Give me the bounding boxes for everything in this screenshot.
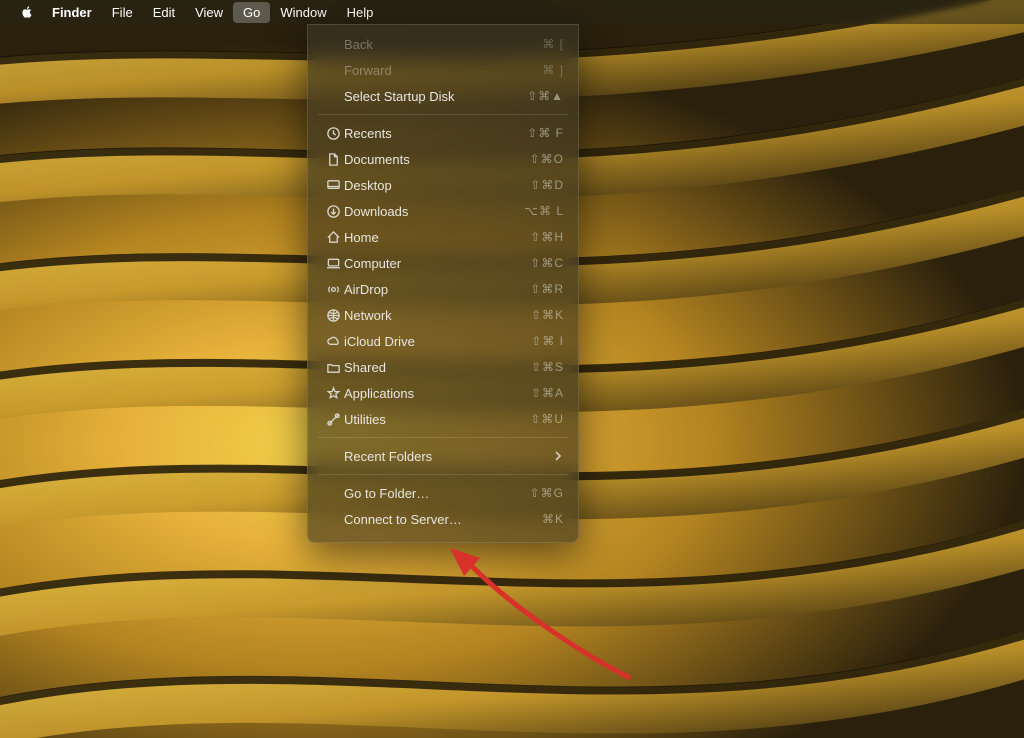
menu-item-label: Recents [344,126,392,141]
menu-item-label: Connect to Server… [344,512,462,527]
menu-item-label: Select Startup Disk [344,89,455,104]
menu-item-label: Downloads [344,204,408,219]
computer-icon [326,256,341,271]
menu-shortcut: ⌘K [542,512,564,526]
menu-shortcut: ⇧⌘ I [531,334,564,348]
menu-shortcut: ⌘ [ [542,37,564,51]
chevron-right-icon [552,450,564,462]
network-icon [326,308,341,323]
document-icon [326,152,341,167]
clock-icon [326,126,341,141]
menu-item-computer[interactable]: Computer ⇧⌘C [308,250,578,276]
menu-item-airdrop[interactable]: AirDrop ⇧⌘R [308,276,578,302]
menu-item-recents[interactable]: Recents ⇧⌘ F [308,120,578,146]
airdrop-icon [326,282,341,297]
menu-item-recent-folders[interactable]: Recent Folders [308,443,578,469]
apple-logo-icon [20,5,34,19]
menu-shortcut: ⇧⌘A [531,386,564,400]
menu-shortcut: ⇧⌘H [530,230,564,244]
menubar-app-name[interactable]: Finder [42,2,102,23]
menu-item-applications[interactable]: Applications ⇧⌘A [308,380,578,406]
menubar-item-view[interactable]: View [185,2,233,23]
desktop-icon [326,178,341,193]
menu-shortcut: ⇧⌘ F [527,126,564,140]
menu-separator [318,437,568,438]
menu-item-utilities[interactable]: Utilities ⇧⌘U [308,406,578,432]
applications-icon [326,386,341,401]
menu-separator [318,474,568,475]
menubar-item-go[interactable]: Go [233,2,270,23]
menu-item-shared[interactable]: Shared ⇧⌘S [308,354,578,380]
menu-shortcut: ⇧⌘U [530,412,564,426]
shared-folder-icon [326,360,341,375]
menu-shortcut: ⇧⌘O [530,152,564,166]
menu-item-label: Forward [344,63,392,78]
menu-item-label: iCloud Drive [344,334,415,349]
menu-item-label: Network [344,308,392,323]
home-icon [326,230,341,245]
menu-item-label: AirDrop [344,282,388,297]
download-icon [326,204,341,219]
menu-item-icloud-drive[interactable]: iCloud Drive ⇧⌘ I [308,328,578,354]
menu-item-documents[interactable]: Documents ⇧⌘O [308,146,578,172]
menu-item-select-startup-disk[interactable]: Select Startup Disk ⇧⌘▲ [308,83,578,109]
menu-item-network[interactable]: Network ⇧⌘K [308,302,578,328]
menu-shortcut: ⇧⌘K [531,308,564,322]
menu-item-downloads[interactable]: Downloads ⌥⌘ L [308,198,578,224]
menubar-item-edit[interactable]: Edit [143,2,185,23]
menu-item-connect-to-server[interactable]: Connect to Server… ⌘K [308,506,578,532]
menu-shortcut: ⇧⌘▲ [527,89,564,103]
menu-item-home[interactable]: Home ⇧⌘H [308,224,578,250]
menu-shortcut: ⌥⌘ L [524,204,564,218]
menubar-item-file[interactable]: File [102,2,143,23]
menu-item-label: Documents [344,152,410,167]
menu-shortcut: ⇧⌘C [530,256,564,270]
menu-bar: Finder File Edit View Go Window Help [0,0,1024,24]
menu-item-go-to-folder[interactable]: Go to Folder… ⇧⌘G [308,480,578,506]
cloud-icon [326,334,341,349]
menu-item-label: Utilities [344,412,386,427]
menu-separator [318,114,568,115]
go-dropdown: Back ⌘ [ Forward ⌘ ] Select Startup Disk… [307,24,579,543]
menubar-item-window[interactable]: Window [270,2,336,23]
apple-menu[interactable] [12,3,42,21]
menu-item-back[interactable]: Back ⌘ [ [308,31,578,57]
menu-item-label: Applications [344,386,414,401]
menubar-item-help[interactable]: Help [337,2,384,23]
menu-item-label: Back [344,37,373,52]
menu-item-label: Shared [344,360,386,375]
utilities-icon [326,412,341,427]
menu-item-label: Recent Folders [344,449,432,464]
menu-shortcut: ⇧⌘G [530,486,564,500]
menu-shortcut: ⇧⌘D [530,178,564,192]
menu-shortcut: ⌘ ] [542,63,564,77]
menu-item-desktop[interactable]: Desktop ⇧⌘D [308,172,578,198]
menu-item-label: Desktop [344,178,392,193]
menu-item-label: Computer [344,256,401,271]
menu-item-label: Home [344,230,379,245]
menu-item-forward[interactable]: Forward ⌘ ] [308,57,578,83]
menu-shortcut: ⇧⌘R [530,282,564,296]
menu-shortcut: ⇧⌘S [531,360,564,374]
desktop: Finder File Edit View Go Window Help Bac… [0,0,1024,738]
menu-item-label: Go to Folder… [344,486,429,501]
